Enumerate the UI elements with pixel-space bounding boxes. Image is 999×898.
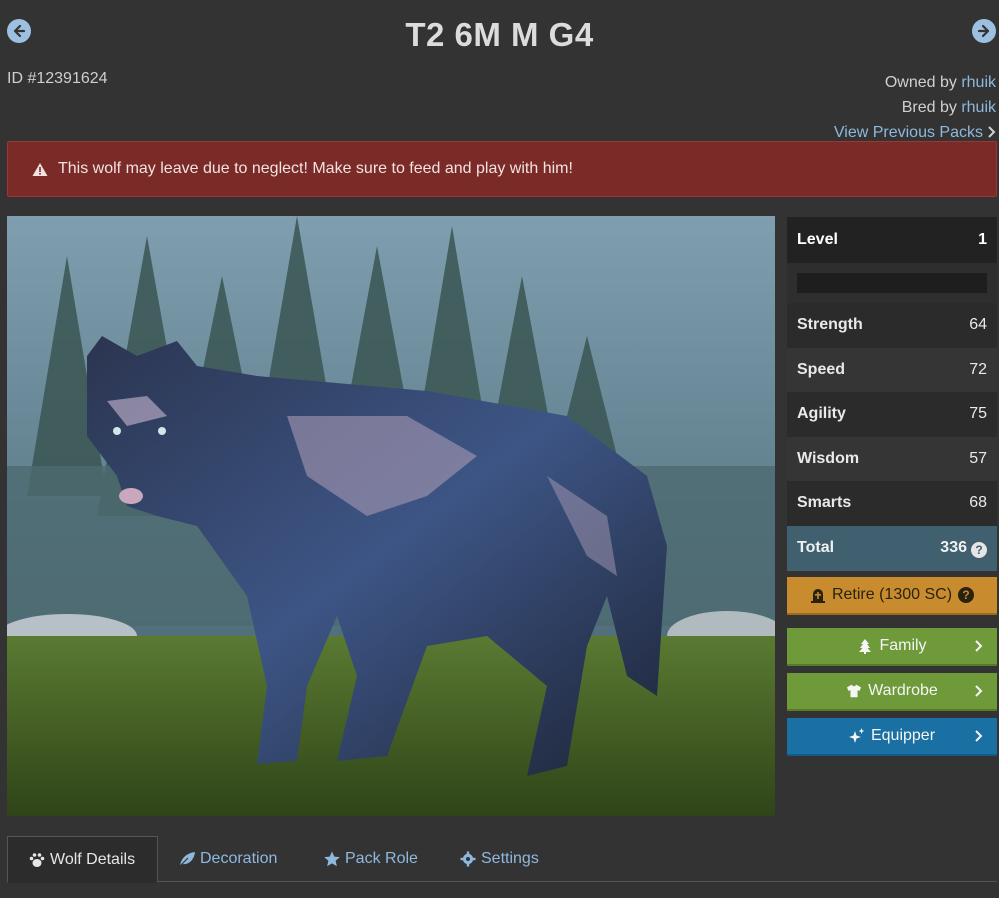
chevron-right-icon (988, 126, 996, 138)
gear-icon (460, 851, 476, 867)
owner-link[interactable]: rhuik (961, 74, 996, 91)
stat-value: 68 (969, 494, 987, 512)
stat-row-agility: Agility 75 (787, 392, 997, 437)
sparkles-icon (848, 728, 865, 743)
stat-row-strength: Strength 64 (787, 303, 997, 348)
stats-panel: Level 1 Strength 64 Speed 72 Agility 75 … (787, 217, 997, 571)
owned-by-row: Owned by rhuik (834, 70, 996, 95)
chevron-right-icon (975, 640, 983, 652)
bred-by-label: Bred by (901, 99, 957, 116)
view-previous-packs-link[interactable]: View Previous Packs (834, 124, 983, 141)
tab-decoration[interactable]: Decoration (158, 836, 297, 882)
help-icon[interactable]: ? (971, 541, 987, 558)
family-button[interactable]: Family (787, 628, 997, 666)
neglect-alert: This wolf may leave due to neglect! Make… (7, 141, 997, 197)
stat-label: Agility (797, 405, 846, 423)
equipper-button[interactable]: Equipper (787, 718, 997, 756)
leaf-icon (179, 852, 195, 867)
tab-label: Pack Role (345, 850, 418, 867)
tombstone-icon (810, 589, 825, 603)
stat-label: Speed (797, 360, 846, 378)
wolf-tabs: Wolf Details Decoration Pack Role Settin… (7, 836, 997, 883)
level-row: Level 1 (787, 217, 997, 263)
stat-label: Smarts (797, 494, 852, 512)
tab-label: Decoration (200, 850, 278, 867)
wardrobe-button[interactable]: Wardrobe (787, 673, 997, 711)
level-label: Level (797, 231, 838, 248)
tab-wolf-details[interactable]: Wolf Details (7, 836, 158, 883)
retire-help-icon[interactable]: ? (958, 587, 975, 603)
stat-row-speed: Speed 72 (787, 347, 997, 392)
bred-by-row: Bred by rhuik (834, 95, 996, 120)
chevron-right-icon (975, 685, 983, 697)
retire-button[interactable]: Retire (1300 SC) ? (787, 577, 997, 615)
experience-bar (797, 273, 987, 293)
chevron-right-icon (975, 730, 983, 742)
tab-pack-role[interactable]: Pack Role (303, 836, 438, 882)
tab-label: Settings (481, 850, 539, 867)
experience-row (787, 263, 997, 303)
stat-row-smarts: Smarts 68 (787, 481, 997, 526)
owned-by-label: Owned by (884, 74, 957, 91)
total-value-wrap: 336? (940, 539, 987, 558)
tab-label: Wolf Details (50, 850, 136, 868)
total-value: 336 (940, 538, 967, 556)
stat-row-total: Total 336? (787, 525, 997, 571)
tree-icon (859, 639, 872, 654)
stat-value: 57 (969, 449, 987, 467)
equipper-label: Equipper (870, 727, 936, 744)
stat-label: Wisdom (797, 449, 860, 467)
total-label: Total (797, 539, 835, 556)
wolf-portrait-image (7, 216, 775, 816)
shirt-icon (847, 684, 862, 698)
stat-value: 72 (969, 360, 987, 378)
level-value: 1 (978, 231, 987, 248)
stat-value: 75 (969, 405, 987, 423)
stat-value: 64 (969, 316, 987, 334)
breeder-link[interactable]: rhuik (961, 99, 996, 116)
tab-settings[interactable]: Settings (439, 836, 559, 882)
wardrobe-label: Wardrobe (868, 682, 938, 699)
wolf-name-title: T2 6M M G4 (405, 16, 594, 53)
stat-row-wisdom: Wisdom 57 (787, 436, 997, 481)
retire-label: Retire (1300 SC) (831, 586, 953, 603)
ownership-info: Owned by rhuik Bred by rhuik View Previo… (834, 70, 996, 145)
alert-message: This wolf may leave due to neglect! Make… (58, 160, 573, 177)
warning-icon (32, 162, 48, 176)
family-label: Family (879, 637, 927, 654)
stat-label: Strength (797, 316, 863, 334)
paw-icon (29, 852, 45, 867)
wolf-id: ID #12391624 (7, 70, 108, 87)
star-icon (324, 851, 340, 867)
